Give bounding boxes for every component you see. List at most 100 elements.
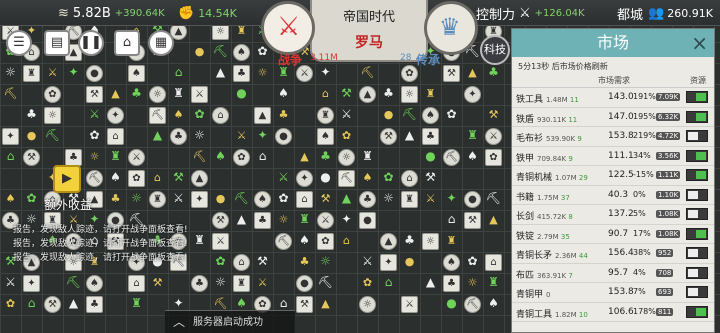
map-tile[interactable]: ▲ bbox=[191, 170, 208, 187]
map-tile[interactable]: ✦ bbox=[296, 170, 313, 187]
market-row[interactable]: 青铜工具 1.82M 10 106.6 178% 811 bbox=[512, 303, 714, 322]
map-tile[interactable]: ⛏ bbox=[317, 275, 334, 292]
map-tile[interactable]: ☼ bbox=[401, 86, 418, 103]
close-icon[interactable]: × bbox=[691, 29, 708, 57]
layers-button[interactable]: ▤ bbox=[44, 30, 70, 56]
map-tile[interactable]: ⌂ bbox=[149, 170, 166, 187]
map-tile[interactable]: ☼ bbox=[128, 191, 145, 208]
map-tile[interactable]: ✿ bbox=[275, 191, 292, 208]
map-tile[interactable]: ▲ bbox=[401, 128, 418, 145]
map-tile[interactable]: ♠ bbox=[233, 44, 250, 61]
map-tile[interactable]: ♣ bbox=[422, 128, 439, 145]
map-tile[interactable]: ♣ bbox=[170, 128, 187, 145]
map-tile[interactable]: ☼ bbox=[44, 107, 61, 124]
map-tile[interactable]: ⌂ bbox=[443, 212, 460, 229]
map-tile[interactable]: ⌂ bbox=[212, 107, 229, 124]
map-tile[interactable]: ● bbox=[191, 44, 208, 61]
map-tile[interactable]: ♠ bbox=[170, 107, 187, 124]
market-row[interactable]: 青铜甲 0 153.8 7% 693 bbox=[512, 283, 714, 303]
map-tile[interactable]: ▲ bbox=[254, 107, 271, 124]
map-tile[interactable]: ⌂ bbox=[401, 170, 418, 187]
map-tile[interactable]: ▲ bbox=[317, 296, 334, 313]
map-tile[interactable]: ♠ bbox=[422, 107, 439, 124]
map-tile[interactable]: ✦ bbox=[254, 128, 271, 145]
map-tile[interactable]: ✿ bbox=[443, 107, 460, 124]
map-tile[interactable]: ⚒ bbox=[296, 296, 313, 313]
map-tile[interactable]: ♣ bbox=[317, 149, 334, 166]
market-row[interactable]: 长剑 415.72K 8 137.2 5% 1.08K bbox=[512, 205, 714, 225]
overview-button[interactable]: ▦ bbox=[148, 30, 174, 56]
map-tile[interactable]: ✿ bbox=[23, 191, 40, 208]
map-tile[interactable]: ⚔ bbox=[233, 128, 250, 145]
tech-button[interactable]: 科技 bbox=[480, 35, 510, 65]
map-tile[interactable]: ♜ bbox=[23, 65, 40, 82]
map-tile[interactable]: ♠ bbox=[254, 191, 271, 208]
map-tile[interactable]: ● bbox=[317, 170, 334, 187]
map-tile[interactable]: ☼ bbox=[212, 275, 229, 292]
pause-button[interactable]: ❚❚ bbox=[78, 30, 104, 56]
map-tile[interactable]: ▲ bbox=[212, 65, 229, 82]
map-tile[interactable]: ♜ bbox=[464, 128, 481, 145]
map-tile[interactable]: ⛏ bbox=[191, 149, 208, 166]
map-tile[interactable]: ● bbox=[359, 212, 376, 229]
map-tile[interactable]: ⚔ bbox=[485, 128, 502, 145]
map-tile[interactable]: ⛏ bbox=[275, 233, 292, 250]
map-tile[interactable]: ▲ bbox=[233, 212, 250, 229]
map-tile[interactable]: ☼ bbox=[191, 128, 208, 145]
map-tile[interactable]: ● bbox=[23, 128, 40, 145]
map-tile[interactable]: ⚒ bbox=[212, 212, 229, 229]
map-tile[interactable]: ♣ bbox=[296, 254, 313, 271]
map-tile[interactable]: ♣ bbox=[107, 191, 124, 208]
map-tile[interactable]: ⛏ bbox=[212, 44, 229, 61]
map-tile[interactable]: ● bbox=[422, 149, 439, 166]
trade-toggle[interactable] bbox=[686, 227, 708, 240]
map-tile[interactable]: ▲ bbox=[65, 296, 82, 313]
market-row[interactable]: 毛布衫 539.90K 9 153.8 219% 4.72K bbox=[512, 127, 714, 147]
map-tile[interactable]: ♣ bbox=[275, 107, 292, 124]
map-tile[interactable]: ✿ bbox=[380, 170, 397, 187]
map-tile[interactable]: ✦ bbox=[380, 254, 397, 271]
map-tile[interactable]: ⚔ bbox=[191, 86, 208, 103]
map-tile[interactable]: ♣ bbox=[86, 296, 103, 313]
map-tile[interactable]: ✿ bbox=[44, 86, 61, 103]
map-tile[interactable]: ✦ bbox=[464, 86, 481, 103]
buildings-button[interactable]: ⌂ bbox=[114, 30, 140, 56]
trade-toggle[interactable] bbox=[686, 266, 708, 279]
map-tile[interactable]: ♜ bbox=[149, 191, 166, 208]
map-tile[interactable]: ● bbox=[275, 128, 292, 145]
map-tile[interactable]: ⌂ bbox=[170, 65, 187, 82]
map-tile[interactable]: ♠ bbox=[296, 233, 313, 250]
map-tile[interactable]: ⚔ bbox=[212, 233, 229, 250]
map-tile[interactable]: ⚒ bbox=[338, 86, 355, 103]
map-tile[interactable]: ☼ bbox=[338, 149, 355, 166]
server-status-bar[interactable]: ︿ 服务器启动成功 bbox=[165, 310, 295, 333]
map-tile[interactable]: ● bbox=[296, 275, 313, 292]
map-tile[interactable]: ▲ bbox=[338, 191, 355, 208]
map-tile[interactable]: ♠ bbox=[212, 149, 229, 166]
map-tile[interactable]: ⚔ bbox=[338, 107, 355, 124]
map-tile[interactable]: ♠ bbox=[107, 170, 124, 187]
map-tile[interactable]: ✦ bbox=[65, 65, 82, 82]
map-tile[interactable]: ♜ bbox=[317, 107, 334, 124]
map-tile[interactable]: ♜ bbox=[233, 275, 250, 292]
map-tile[interactable]: ♣ bbox=[401, 233, 418, 250]
map-tile[interactable]: ✿ bbox=[464, 254, 481, 271]
map-tile[interactable]: ✿ bbox=[128, 170, 145, 187]
map-tile[interactable]: ⌂ bbox=[128, 275, 145, 292]
map-tile[interactable]: ♠ bbox=[86, 275, 103, 292]
trade-toggle[interactable] bbox=[686, 149, 708, 162]
map-tile[interactable]: ♜ bbox=[485, 275, 502, 292]
map-tile[interactable]: ✿ bbox=[233, 149, 250, 166]
map-tile[interactable]: ▲ bbox=[485, 212, 502, 229]
trade-toggle[interactable] bbox=[686, 188, 708, 201]
market-row[interactable]: 布匹 363.91K 7 95.7 4% 708 bbox=[512, 264, 714, 283]
market-row[interactable]: 铁甲 709.84K 9 111.1 34% 3.56K bbox=[512, 147, 714, 166]
map-tile[interactable]: ⛏ bbox=[2, 86, 19, 103]
map-tile[interactable]: ⌂ bbox=[380, 275, 397, 292]
extra-income-button[interactable]: ▶ 额外收益 bbox=[44, 165, 96, 213]
map-tile[interactable]: ☼ bbox=[317, 254, 334, 271]
map-tile[interactable]: ● bbox=[86, 65, 103, 82]
map-tile[interactable]: ♜ bbox=[422, 86, 439, 103]
map-tile[interactable]: ⌂ bbox=[296, 191, 313, 208]
map-tile[interactable]: ⚒ bbox=[23, 149, 40, 166]
